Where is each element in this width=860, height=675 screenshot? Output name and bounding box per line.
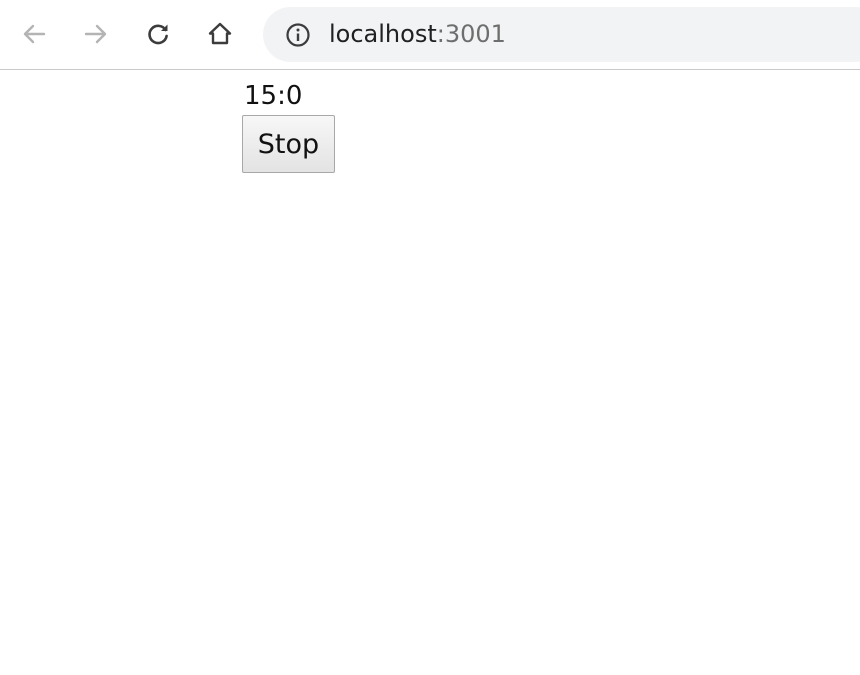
browser-toolbar: localhost:3001 — [0, 0, 860, 70]
arrow-left-icon — [21, 21, 47, 47]
forward-button[interactable] — [76, 14, 116, 54]
home-button[interactable] — [200, 14, 240, 54]
url-text[interactable]: localhost:3001 — [329, 19, 506, 49]
page-content: 15:0 Stop — [242, 78, 335, 173]
arrow-right-icon — [83, 21, 109, 47]
address-bar[interactable]: localhost:3001 — [263, 7, 860, 62]
url-host: localhost — [329, 20, 437, 48]
timer-display: 15:0 — [244, 81, 303, 111]
back-button[interactable] — [14, 14, 54, 54]
reload-button[interactable] — [138, 14, 178, 54]
stop-button[interactable]: Stop — [242, 115, 335, 173]
home-icon — [207, 21, 233, 47]
info-icon[interactable] — [285, 22, 311, 48]
reload-icon — [145, 21, 171, 47]
url-port: :3001 — [436, 20, 506, 48]
